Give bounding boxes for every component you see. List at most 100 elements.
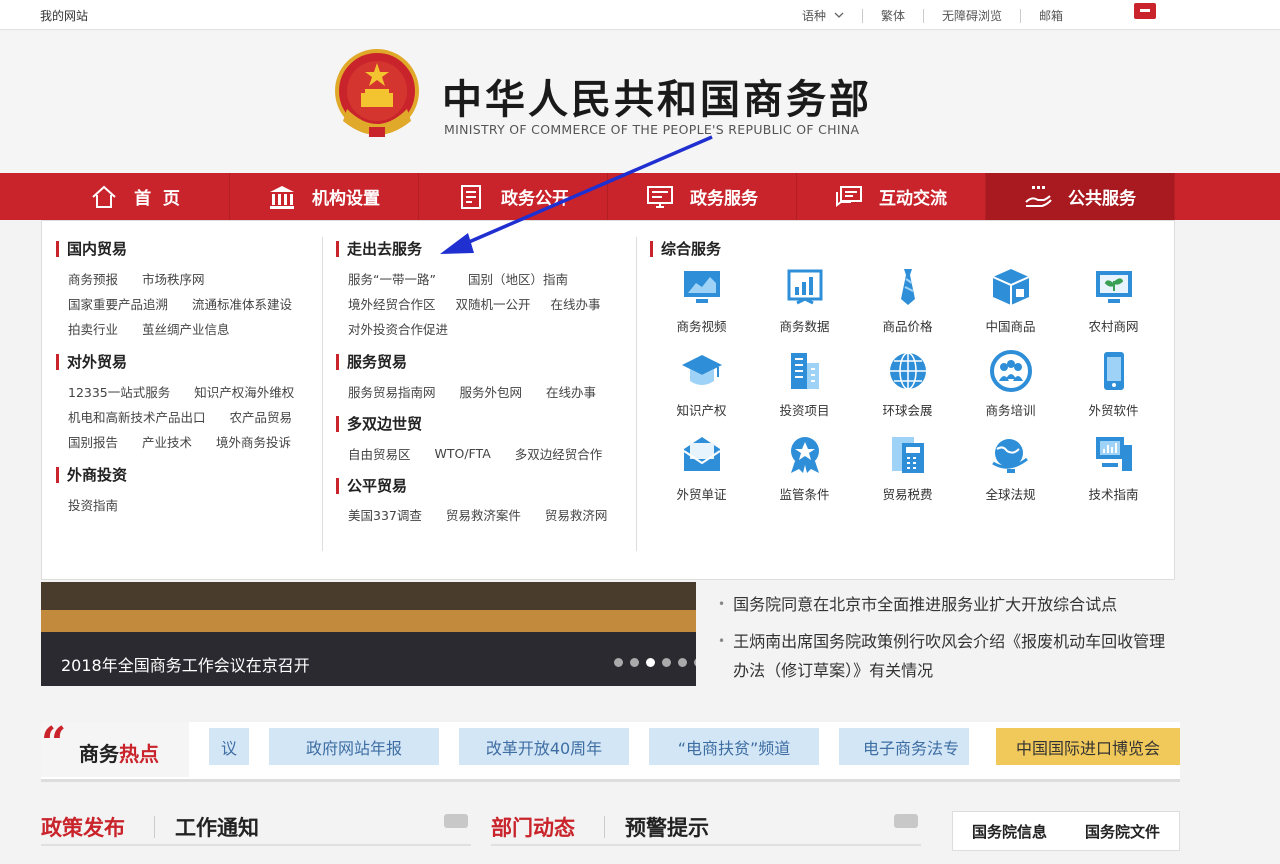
site-header: 中华人民共和国商务部 MINISTRY OF COMMERCE OF THE P… — [0, 31, 1280, 173]
service-item[interactable]: 商务培训 — [959, 349, 1062, 419]
tab-state-council-docs[interactable]: 国务院文件 — [1085, 821, 1160, 842]
carousel-caption: 2018年全国商务工作会议在京召开 — [61, 656, 310, 675]
link[interactable]: WTO/FTA — [435, 446, 491, 461]
section-title: 外商投资 — [56, 467, 127, 483]
hot-pill[interactable]: 政府网站年报 — [269, 728, 439, 765]
calculator-icon — [891, 437, 924, 473]
carousel-dot[interactable] — [614, 658, 623, 667]
service-item[interactable]: 农村商网 — [1062, 265, 1165, 335]
hot-pill[interactable]: 议 — [209, 728, 249, 765]
plant-monitor-icon — [1095, 271, 1132, 303]
service-item[interactable]: 全球法规 — [959, 433, 1062, 503]
service-item[interactable]: 商品价格 — [856, 265, 959, 335]
hand-icon — [1025, 185, 1052, 207]
service-label: 环球会展 — [882, 403, 933, 418]
link[interactable]: 多双边经贸合作 — [515, 444, 603, 463]
link[interactable]: 境外商务投诉 — [216, 432, 291, 451]
link[interactable]: 服务贸易指南网 — [348, 382, 436, 401]
carousel-dot[interactable] — [694, 658, 696, 667]
link[interactable]: 服务“一带一路” — [348, 269, 436, 288]
traditional-chinese-link[interactable]: 繁体 — [881, 7, 905, 24]
tab-work-notice[interactable]: 工作通知 — [175, 812, 259, 842]
link[interactable]: 茧丝绸产业信息 — [142, 319, 230, 338]
national-emblem-icon — [335, 49, 419, 137]
service-item[interactable]: 技术指南 — [1062, 433, 1165, 503]
link[interactable]: 在线办事 — [546, 382, 596, 401]
carousel-dot[interactable] — [662, 658, 671, 667]
link[interactable]: 自由贸易区 — [348, 444, 411, 463]
hot-pill-expo[interactable]: 中国国际进口博览会 — [996, 728, 1180, 765]
video-chart-icon — [683, 271, 720, 303]
link[interactable]: 双随机一公开 — [456, 294, 531, 313]
more-icon[interactable] — [894, 814, 918, 828]
nav-home[interactable]: 首 页 — [41, 173, 230, 220]
more-icon[interactable] — [444, 814, 468, 828]
language-selector[interactable]: 语种 — [802, 7, 844, 24]
nav-organization[interactable]: 机构设置 — [230, 173, 419, 220]
hot-pill[interactable]: “电商扶贫”频道 — [649, 728, 819, 765]
link[interactable]: 拍卖行业 — [68, 319, 118, 338]
link[interactable]: 市场秩序网 — [142, 269, 205, 288]
carousel-dot-active[interactable] — [646, 658, 655, 667]
link[interactable]: 服务外包网 — [460, 382, 523, 401]
link[interactable]: 产业技术 — [142, 432, 192, 451]
mobile-icon[interactable] — [1134, 3, 1156, 19]
box-icon — [992, 269, 1029, 305]
business-hot-bar: “ 商务热点 议 政府网站年报 改革开放40周年 “电商扶贫”频道 电子商务法专… — [41, 718, 1180, 782]
nav-interaction[interactable]: 互动交流 — [797, 173, 986, 220]
accessible-browse-link[interactable]: 无障碍浏览 — [942, 7, 1002, 24]
my-site-link[interactable]: 我的网站 — [40, 7, 88, 24]
news-carousel[interactable]: 2018年全国商务工作会议在京召开 — [41, 582, 696, 686]
link[interactable]: 12335一站式服务 — [68, 382, 170, 401]
link[interactable]: 贸易救济案件 — [446, 505, 521, 524]
link[interactable]: 对外投资合作促进 — [348, 319, 448, 338]
news-item[interactable]: • 国务院同意在北京市全面推进服务业扩大开放综合试点 — [718, 590, 1180, 619]
section-title: 公平贸易 — [336, 478, 407, 494]
link[interactable]: 国别报告 — [68, 432, 118, 451]
link[interactable]: 商务预报 — [68, 269, 118, 288]
top-links: 语种 繁体 无障碍浏览 邮箱 — [802, 7, 1063, 24]
data-chart-icon — [787, 269, 822, 305]
nav-label: 首 页 — [134, 189, 180, 209]
service-item[interactable]: 贸易税费 — [856, 433, 959, 503]
service-item[interactable]: 知识产权 — [650, 349, 753, 419]
service-item[interactable]: 环球会展 — [856, 349, 959, 419]
link[interactable]: 国家重要产品追溯 — [68, 294, 168, 313]
tab-warning[interactable]: 预警提示 — [625, 812, 709, 842]
tab-state-council-info[interactable]: 国务院信息 — [972, 821, 1047, 842]
news-item[interactable]: • 王炳南出席国务院政策例行吹风会介绍《报废机动车回收管理办法（修订草案）》有关情… — [718, 627, 1180, 685]
hot-pill[interactable]: 改革开放40周年 — [459, 728, 629, 765]
service-item[interactable]: 商务视频 — [650, 265, 753, 335]
service-item[interactable]: 外贸软件 — [1062, 349, 1165, 419]
people-icon — [989, 350, 1032, 392]
nav-public-service[interactable]: 公共服务 — [986, 173, 1175, 220]
mailbox-link[interactable]: 邮箱 — [1039, 7, 1063, 24]
link[interactable]: 农产品贸易 — [230, 407, 293, 426]
service-item[interactable]: 监管条件 — [753, 433, 856, 503]
link[interactable]: 投资指南 — [68, 495, 118, 514]
link[interactable]: 贸易救济网 — [545, 505, 608, 524]
link[interactable]: 在线办事 — [551, 294, 601, 313]
link[interactable]: 机电和高新技术产品出口 — [68, 407, 206, 426]
phone-icon — [1103, 352, 1124, 390]
service-item[interactable]: 外贸单证 — [650, 433, 753, 503]
nav-gov-affairs-open[interactable]: 政务公开 — [419, 173, 608, 220]
hot-pill[interactable]: 电子商务法专 — [839, 728, 969, 765]
nav-gov-service[interactable]: 政务服务 — [608, 173, 797, 220]
carousel-dot[interactable] — [678, 658, 687, 667]
link[interactable]: 境外经贸合作区 — [348, 294, 436, 313]
service-item[interactable]: 投资项目 — [753, 349, 856, 419]
section-title: 对外贸易 — [56, 354, 127, 370]
service-item[interactable]: 中国商品 — [959, 265, 1062, 335]
main-nav: 首 页 机构设置 政务公开 政务服务 互动交流 公共服务 — [0, 173, 1280, 220]
tab-policy-release[interactable]: 政策发布 — [41, 812, 125, 842]
carousel-dot[interactable] — [630, 658, 639, 667]
service-label: 商品价格 — [882, 319, 933, 334]
tab-department-news[interactable]: 部门动态 — [491, 812, 575, 842]
service-item[interactable]: 商务数据 — [753, 265, 856, 335]
link[interactable]: 国别（地区）指南 — [468, 269, 568, 288]
link[interactable]: 流通标准体系建设 — [192, 294, 292, 313]
link[interactable]: 美国337调查 — [348, 505, 422, 524]
section-title: 多双边世贸 — [336, 416, 422, 432]
link[interactable]: 知识产权海外维权 — [194, 382, 294, 401]
